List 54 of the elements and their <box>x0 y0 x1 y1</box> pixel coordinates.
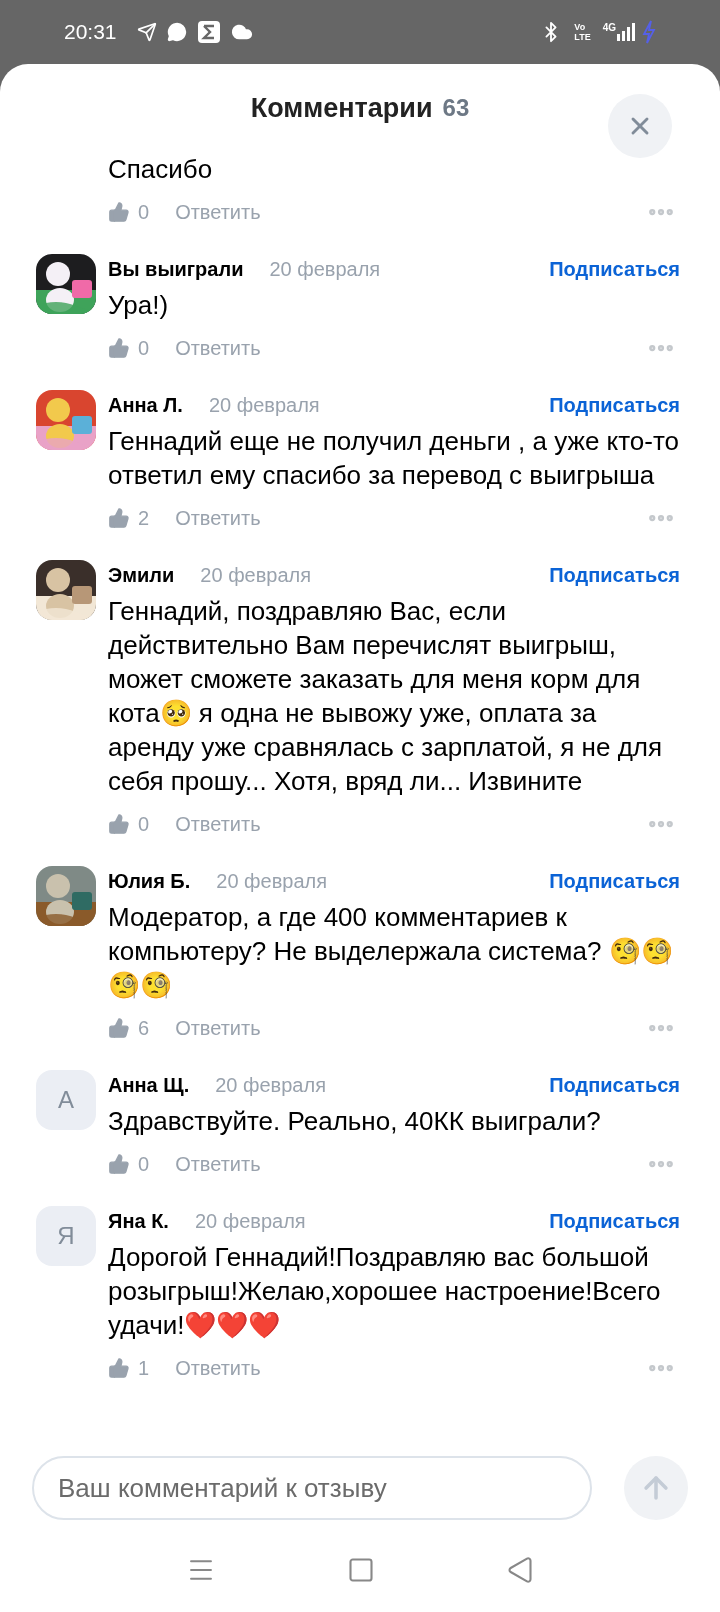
sheet-title: Комментарии <box>250 91 433 125</box>
chat-bubble-icon <box>166 22 187 42</box>
comment-count: 63 <box>442 93 470 123</box>
comment-text: Геннадий, поздравляю Вас, если действительно Вам перечислят выигрыш, может сможете заказать для меня корм для кота🥺 я одна не вывожу уже, оплата за аренду уже сравнялась с зарплатой, я не для себя прошу... Хотя, вряд ли... Извините <box>108 595 664 798</box>
comment-field[interactable]: Ваш комментарий к отзыву <box>32 1456 592 1520</box>
like-count: 6 <box>138 1016 150 1041</box>
subscribe-link[interactable]: Подписаться <box>549 560 680 590</box>
subscribe-link[interactable]: Подписаться <box>549 390 680 420</box>
like-count: 0 <box>138 1152 150 1177</box>
subscribe-link[interactable]: Подписаться <box>549 866 680 896</box>
like-icon[interactable] <box>108 201 130 223</box>
comment-date: 20 февраля <box>194 1209 306 1234</box>
comment-date: 20 февраля <box>208 393 320 418</box>
paper-plane-icon <box>136 22 157 42</box>
comment-date: 20 февраля <box>216 869 328 894</box>
like-count: 1 <box>138 1356 150 1381</box>
like-icon[interactable] <box>108 337 130 359</box>
author-name[interactable]: Юлия Б. <box>108 866 191 896</box>
like-count: 0 <box>138 812 150 837</box>
avatar: А <box>36 1070 96 1130</box>
comment-text: Спасибо <box>108 153 214 186</box>
comment-text: Геннадий еще не получил деньги , а уже кто-то ответил ему спасибо за перевод с выигрыша <box>108 425 680 492</box>
like-icon[interactable] <box>108 1357 130 1379</box>
comment-text: Модератор, а где 400 комментариев к компьютеру? Не выделержала система? 🧐🧐🧐🧐 <box>108 901 674 1002</box>
comment-date: 20 февраля <box>200 563 312 588</box>
like-count: 0 <box>138 336 150 361</box>
like-count: 2 <box>138 506 150 531</box>
comment-text: Ура!) <box>108 289 170 322</box>
signal-icon <box>616 22 636 42</box>
subscribe-link[interactable]: Подписаться <box>549 1206 680 1236</box>
comment-date: 20 февраля <box>269 257 381 282</box>
like-icon[interactable] <box>108 507 130 529</box>
volte-label: Vo LTE <box>574 22 591 42</box>
comment-text: Здравствуйте. Реально, 40КК выиграли? <box>108 1105 602 1138</box>
like-icon[interactable] <box>108 1017 130 1039</box>
author-name[interactable]: Анна Щ. <box>108 1070 190 1100</box>
home-icon[interactable] <box>347 1556 375 1584</box>
author-name[interactable]: Эмили <box>108 560 175 590</box>
author-name[interactable]: Яна К. <box>108 1206 169 1236</box>
like-count: 0 <box>138 200 150 225</box>
back-icon[interactable] <box>506 1556 535 1584</box>
charging-icon <box>642 20 656 44</box>
comment-text: Дорогой Геннадий!Поздравляю вас большой розыгрыш!Желаю,хорошее настроение!Всего удачи!❤❤❤ <box>108 1241 662 1342</box>
comment-date: 20 февраля <box>215 1073 326 1098</box>
like-icon[interactable] <box>108 813 130 835</box>
subscribe-link[interactable]: Подписаться <box>549 1070 680 1100</box>
avatar: Я <box>36 1206 96 1266</box>
subscribe-link[interactable]: Подписаться <box>549 254 680 284</box>
network-label: 4G <box>602 21 616 35</box>
author-name[interactable]: Вы выиграли <box>108 254 244 284</box>
sigma-icon <box>196 20 221 44</box>
like-icon[interactable] <box>108 1153 130 1175</box>
author-name[interactable]: Анна Л. <box>108 390 183 420</box>
status-time: 20:31 <box>64 19 117 46</box>
